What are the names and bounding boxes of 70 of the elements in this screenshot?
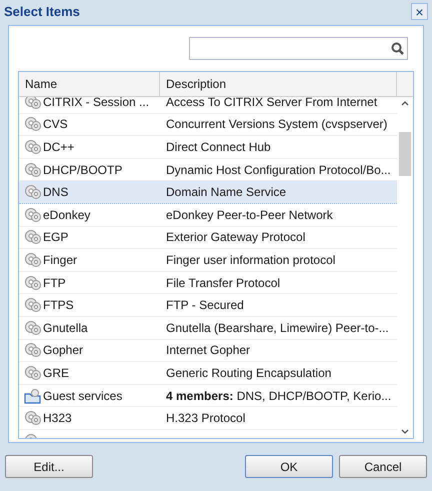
table-row[interactable]: Finger Finger user information protocol <box>19 249 397 272</box>
name-cell-text: DC++ <box>43 138 74 156</box>
table-row[interactable]: EGP Exterior Gateway Protocol <box>19 226 397 250</box>
description-cell-text: FTP - Secured <box>165 297 244 314</box>
column-header[interactable]: Description <box>160 72 397 96</box>
name-cell-text: Gopher <box>43 342 84 360</box>
description-cell-text: Generic Routing Encapsulation <box>165 364 332 382</box>
name-cell-text: DNS <box>43 184 68 202</box>
description-cell-text: File Transfer Protocol <box>165 274 280 292</box>
gear-icon <box>24 184 42 200</box>
dialog-button[interactable]: OK <box>245 455 333 478</box>
gear-icon <box>24 206 42 223</box>
description-cell-text: Exterior Gateway Protocol <box>165 229 306 246</box>
name-cell-text: GRE <box>43 364 70 382</box>
scroll-thumb[interactable] <box>399 132 411 176</box>
table-row[interactable]: DC++ Direct Connect Hub <box>19 136 397 159</box>
table-row[interactable]: GRE Generic Routing Encapsulation <box>19 362 397 385</box>
description-cell-text: Gnutella (Bearshare, Limewire) Peer-to-... <box>165 320 389 337</box>
table-row[interactable]: Gopher Internet Gopher <box>19 340 397 362</box>
gear-icon <box>24 116 42 132</box>
name-cell-text: CVS <box>43 116 68 134</box>
description-cell-text: Direct Connect Hub <box>165 138 271 156</box>
name-cell-text: DHCP/BOOTP <box>43 162 122 179</box>
description-cell-text: Domain Name Service <box>165 184 286 202</box>
table-row[interactable]: CITRIX - Session ... Access To CITRIX Server From Internet <box>19 97 397 114</box>
gear-icon <box>24 162 42 178</box>
table-row[interactable]: DNS Domain Name Service <box>19 181 397 204</box>
description-cell-text: Concurrent Versions System (cvspserver) <box>165 116 388 134</box>
description-cell-text: Dynamic Host Configuration Protocol/Bo... <box>165 162 391 179</box>
name-cell-text: Gnutella <box>43 320 88 337</box>
table-row[interactable]: Guest services 4 members: DNS, DHCP/BOOTP, Kerio... <box>19 384 397 408</box>
edit-button[interactable]: Edit... <box>5 455 93 478</box>
description-cell-text: H.323 Protocol <box>165 410 246 428</box>
close-button[interactable]: × <box>411 3 428 20</box>
table-row[interactable]: FTPS FTP - Secured <box>19 294 397 317</box>
gear-icon <box>24 138 42 155</box>
gear-icon <box>24 229 42 246</box>
gear-icon <box>24 297 42 314</box>
name-cell-text: eDonkey <box>43 206 90 224</box>
description-cell-text: Finger user information protocol <box>165 252 336 269</box>
gear-icon <box>24 320 42 336</box>
description-cell-text: 4 members: DNS, DHCP/BOOTP, Kerio... <box>165 388 392 405</box>
scroll-up-icon[interactable] <box>401 100 409 106</box>
dialog-button[interactable]: Cancel <box>339 455 427 478</box>
gear-icon <box>24 252 42 268</box>
name-cell-text: FTPS <box>43 297 74 314</box>
name-cell-text: Finger <box>43 252 78 269</box>
name-cell-text: FTP <box>43 274 66 292</box>
scroll-down-icon[interactable] <box>401 429 409 435</box>
table-row[interactable]: Gnutella Gnutella (Bearshare, Limewire) Peer-to-... <box>19 316 397 340</box>
group-icon <box>24 388 42 404</box>
gear-icon <box>24 410 42 426</box>
window-title: Select Items <box>4 2 80 21</box>
gear-icon <box>24 342 42 358</box>
name-cell-text: EGP <box>43 229 68 246</box>
table-row[interactable]: H323 H.323 Protocol <box>19 407 397 430</box>
name-cell-text: Guest services <box>43 388 122 405</box>
name-cell: CITRIX - Session ... <box>43 97 150 111</box>
column-header[interactable]: Name <box>19 72 160 96</box>
table-row[interactable]: CVS Concurrent Versions System (cvspserver) <box>19 114 397 136</box>
table-row[interactable]: eDonkey eDonkey Peer-to-Peer Network <box>19 204 397 227</box>
description-cell-text: Access To CITRIX Server From Internet <box>165 97 378 111</box>
gear-icon <box>24 364 42 381</box>
description-cell-text: eDonkey Peer-to-Peer Network <box>165 206 333 224</box>
search-field[interactable] <box>189 37 408 60</box>
name-cell-text: H323 <box>43 410 72 428</box>
search-icon <box>391 42 404 55</box>
description-cell-text: Internet Gopher <box>165 342 250 360</box>
gear-icon <box>24 274 42 291</box>
table-row[interactable]: FTP File Transfer Protocol <box>19 272 397 294</box>
